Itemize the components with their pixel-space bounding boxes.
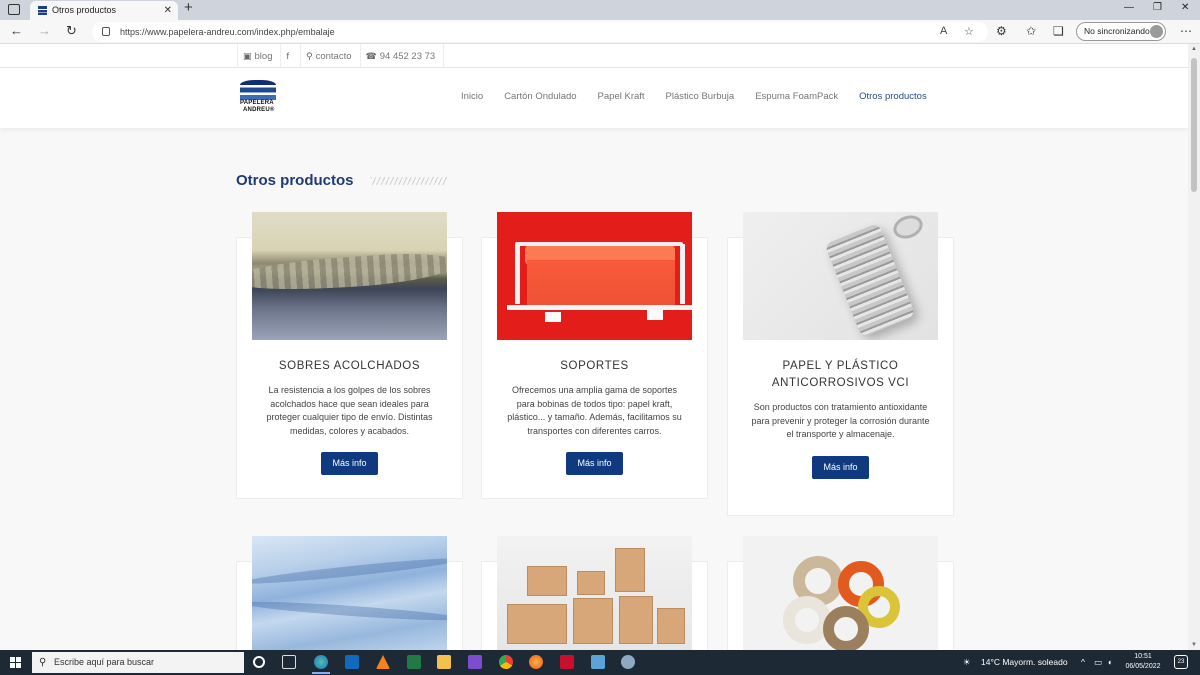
app-icon-1[interactable] — [468, 655, 482, 669]
main-menu: Inicio Cartón Ondulado Papel Kraft Plást… — [461, 68, 948, 128]
close-window-icon[interactable]: ✕ — [1181, 2, 1189, 13]
file-explorer-icon[interactable] — [437, 655, 451, 669]
task-view-icon[interactable] — [282, 655, 296, 669]
profile-label: No sincronizando — [1084, 26, 1150, 36]
tab-close-icon[interactable]: ✕ — [164, 1, 172, 20]
menu-item-carton-ondulado[interactable]: Cartón Ondulado — [504, 68, 576, 128]
tray-chevron-icon[interactable]: ^ — [1081, 650, 1085, 675]
app-icon-3[interactable] — [621, 655, 635, 669]
extensions-icon[interactable]: ⚙ — [996, 24, 1007, 38]
facebook-link[interactable]: f — [280, 44, 300, 68]
card-description: Son productos con tratamiento antioxidan… — [751, 402, 930, 439]
tab-actions-icon[interactable] — [8, 4, 20, 15]
minimize-icon[interactable]: — — [1124, 2, 1134, 13]
search-placeholder: Escribe aquí para buscar — [54, 657, 155, 667]
profile-button[interactable]: No sincronizando — [1076, 22, 1166, 41]
browser-tab-strip: Otros productos ✕ + — ❐ ✕ — [0, 0, 1200, 20]
windows-taskbar: ⚲ Escribe aquí para buscar ☀ 14°C Mayorm… — [0, 650, 1200, 675]
sobres-acolchados-image[interactable] — [252, 212, 447, 340]
maximize-icon[interactable]: ❐ — [1153, 2, 1162, 13]
tab-title: Otros productos — [52, 5, 117, 15]
windows-start-icon[interactable] — [10, 657, 21, 668]
excel-icon[interactable] — [407, 655, 421, 669]
address-bar[interactable]: https://www.papelera-andreu.com/index.ph… — [92, 22, 988, 42]
section-title: Otros productos — [236, 172, 354, 189]
clock-time: 10:51 — [1134, 653, 1152, 660]
site-header: PAPELERA ANDREU® Inicio Cartón Ondulado … — [0, 68, 1188, 128]
network-icon[interactable]: ▭ — [1094, 650, 1102, 675]
avatar-icon — [1150, 25, 1163, 38]
scroll-down-icon[interactable]: ▼ — [1191, 642, 1197, 648]
clock-date: 06/05/2022 — [1125, 663, 1161, 670]
acrobat-icon[interactable] — [560, 655, 574, 669]
vci-can-image[interactable] — [743, 212, 938, 340]
favorites-icon[interactable]: ✩ — [1026, 24, 1036, 38]
blog-icon: ▣ — [243, 51, 252, 61]
card-description: La resistencia a los golpes de los sobre… — [266, 385, 433, 436]
taskbar-search-input[interactable]: ⚲ Escribe aquí para buscar — [32, 652, 244, 673]
blog-link[interactable]: ▣ blog — [237, 44, 280, 68]
edge-browser-icon[interactable] — [312, 655, 330, 674]
forward-icon[interactable]: → — [38, 23, 51, 38]
card-title: PAPEL Y PLÁSTICO — [782, 360, 899, 372]
browser-toolbar: ← → ↻ https://www.papelera-andreu.com/in… — [0, 20, 1200, 44]
logo-mark-icon — [240, 80, 276, 100]
menu-item-plastico-burbuja[interactable]: Plástico Burbuja — [666, 68, 735, 128]
packing-tapes-image[interactable] — [743, 536, 938, 650]
back-icon[interactable]: ← — [10, 23, 23, 38]
scroll-up-icon[interactable]: ▲ — [1191, 46, 1197, 52]
new-tab-icon[interactable]: + — [184, 0, 193, 16]
page-scrollbar[interactable]: ▲ ▼ — [1188, 44, 1200, 650]
menu-item-espuma-foampack[interactable]: Espuma FoamPack — [755, 68, 838, 128]
site-favicon-icon — [38, 6, 47, 15]
phone-label: 94 452 23 73 — [379, 51, 436, 62]
url-text[interactable]: https://www.papelera-andreu.com/index.ph… — [120, 22, 335, 42]
menu-item-papel-kraft[interactable]: Papel Kraft — [598, 68, 645, 128]
logo-text-2: ANDREU® — [243, 107, 275, 113]
phone-link[interactable]: ☎ 94 452 23 73 — [359, 44, 445, 68]
logo-text-1: PAPELERA — [240, 100, 274, 106]
card-title: SOPORTES — [560, 360, 629, 372]
soportes-image[interactable] — [497, 212, 692, 340]
card-title: SOBRES ACOLCHADOS — [278, 360, 421, 372]
weather-text[interactable]: 14°C Mayorm. soleado — [981, 650, 1068, 675]
collections-icon[interactable]: ❏ — [1053, 24, 1064, 38]
contact-label: contacto — [315, 51, 352, 62]
firefox-icon[interactable] — [529, 655, 543, 669]
menu-item-otros-productos[interactable]: Otros productos — [859, 68, 927, 128]
scroll-thumb[interactable] — [1191, 58, 1197, 192]
favorite-star-icon[interactable]: ☆ — [964, 25, 974, 38]
cardboard-boxes-image[interactable] — [497, 536, 692, 650]
title-decoration — [371, 177, 447, 185]
app-icon-2[interactable] — [591, 655, 605, 669]
weather-icon[interactable]: ☀ — [963, 650, 971, 675]
refresh-icon[interactable]: ↻ — [66, 23, 77, 39]
more-info-button[interactable]: Más info — [321, 452, 378, 475]
menu-item-inicio[interactable]: Inicio — [461, 68, 483, 128]
cortana-icon[interactable] — [253, 656, 265, 668]
volume-icon[interactable]: ◖ — [1107, 650, 1112, 675]
card-title-line-2: ANTICORROSIVOS VCI — [771, 377, 910, 389]
contact-link[interactable]: ⚲ contacto — [300, 44, 360, 68]
phone-icon: ☎ — [365, 51, 377, 61]
facebook-icon: f — [286, 51, 289, 61]
read-aloud-icon[interactable]: A — [940, 25, 947, 37]
vlc-icon[interactable] — [376, 655, 390, 669]
more-menu-icon[interactable]: ⋯ — [1180, 24, 1192, 38]
chrome-icon[interactable] — [499, 655, 513, 669]
more-info-button[interactable]: Más info — [812, 455, 869, 479]
outlook-icon[interactable] — [345, 655, 359, 669]
more-info-button[interactable]: Más info — [566, 452, 623, 475]
card-description: Ofrecemos una amplia gama de soportes pa… — [507, 385, 682, 436]
notification-center-icon[interactable]: 23 — [1174, 655, 1188, 669]
site-logo[interactable]: PAPELERA ANDREU® — [240, 80, 280, 118]
lock-icon[interactable] — [102, 27, 110, 36]
browser-tab[interactable]: Otros productos ✕ — [30, 1, 178, 20]
map-marker-icon: ⚲ — [306, 51, 313, 61]
blog-label: blog — [254, 51, 273, 62]
taskbar-clock[interactable]: 10:51 06/05/2022 — [1120, 652, 1166, 672]
plastic-film-image[interactable] — [252, 536, 447, 650]
site-top-strip: ▣ blog f ⚲ contacto ☎ 94 452 23 73 — [0, 44, 1188, 68]
search-icon: ⚲ — [39, 657, 47, 668]
